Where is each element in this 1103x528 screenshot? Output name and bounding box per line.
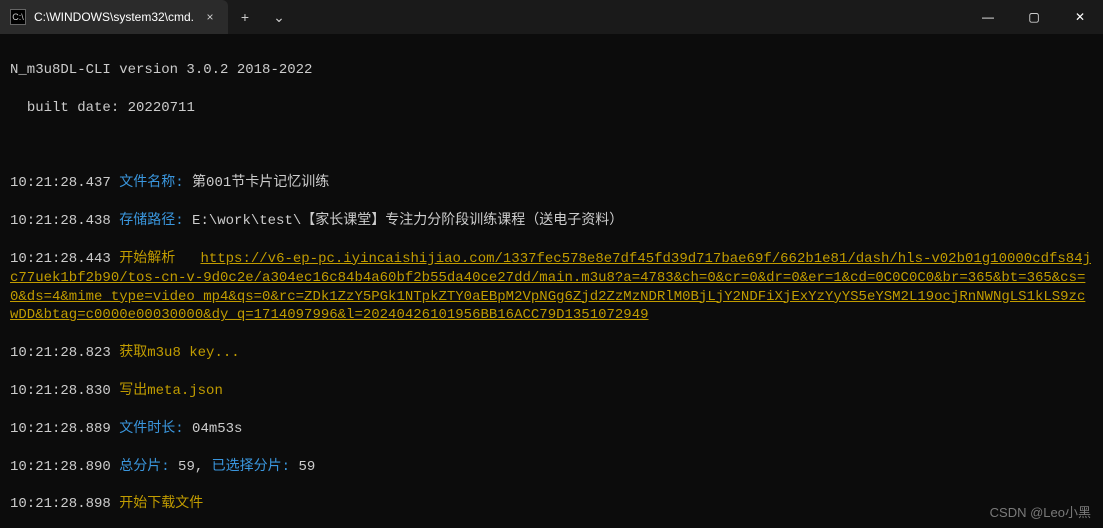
maximize-button[interactable]: ▢ (1011, 0, 1057, 34)
blank-line (10, 136, 1093, 155)
tabs-dropdown-button[interactable]: ⌄ (262, 0, 296, 34)
log-line: 10:21:28.898 开始下载文件 (10, 495, 1093, 514)
tabs-region: C:\ C:\WINDOWS\system32\cmd. × + ⌄ (0, 0, 296, 34)
log-line: 10:21:28.823 获取m3u8 key... (10, 344, 1093, 363)
terminal-output[interactable]: N_m3u8DL-CLI version 3.0.2 2018-2022 bui… (0, 34, 1103, 528)
window-titlebar: C:\ C:\WINDOWS\system32\cmd. × + ⌄ — ▢ ✕ (0, 0, 1103, 34)
log-line: 10:21:28.437 文件名称: 第001节卡片记忆训练 (10, 174, 1093, 193)
tab-close-button[interactable]: × (202, 9, 218, 25)
watermark: CSDN @Leo小黑 (990, 504, 1091, 522)
new-tab-button[interactable]: + (228, 0, 262, 34)
close-button[interactable]: ✕ (1057, 0, 1103, 34)
log-line: 10:21:28.890 总分片: 59, 已选择分片: 59 (10, 458, 1093, 477)
tab-title: C:\WINDOWS\system32\cmd. (34, 10, 194, 24)
version-line: N_m3u8DL-CLI version 3.0.2 2018-2022 (10, 61, 1093, 80)
log-line: 10:21:28.830 写出meta.json (10, 382, 1093, 401)
log-line: 10:21:28.889 文件时长: 04m53s (10, 420, 1093, 439)
log-line: 10:21:28.438 存储路径: E:\work\test\【家长课堂】专注… (10, 212, 1093, 231)
built-line: built date: 20220711 (10, 99, 1093, 118)
minimize-button[interactable]: — (965, 0, 1011, 34)
log-line: 10:21:28.443 开始解析 https://v6-ep-pc.iyinc… (10, 250, 1093, 326)
cmd-icon: C:\ (10, 9, 26, 25)
window-controls: — ▢ ✕ (965, 0, 1103, 34)
tab-cmd[interactable]: C:\ C:\WINDOWS\system32\cmd. × (0, 0, 228, 34)
